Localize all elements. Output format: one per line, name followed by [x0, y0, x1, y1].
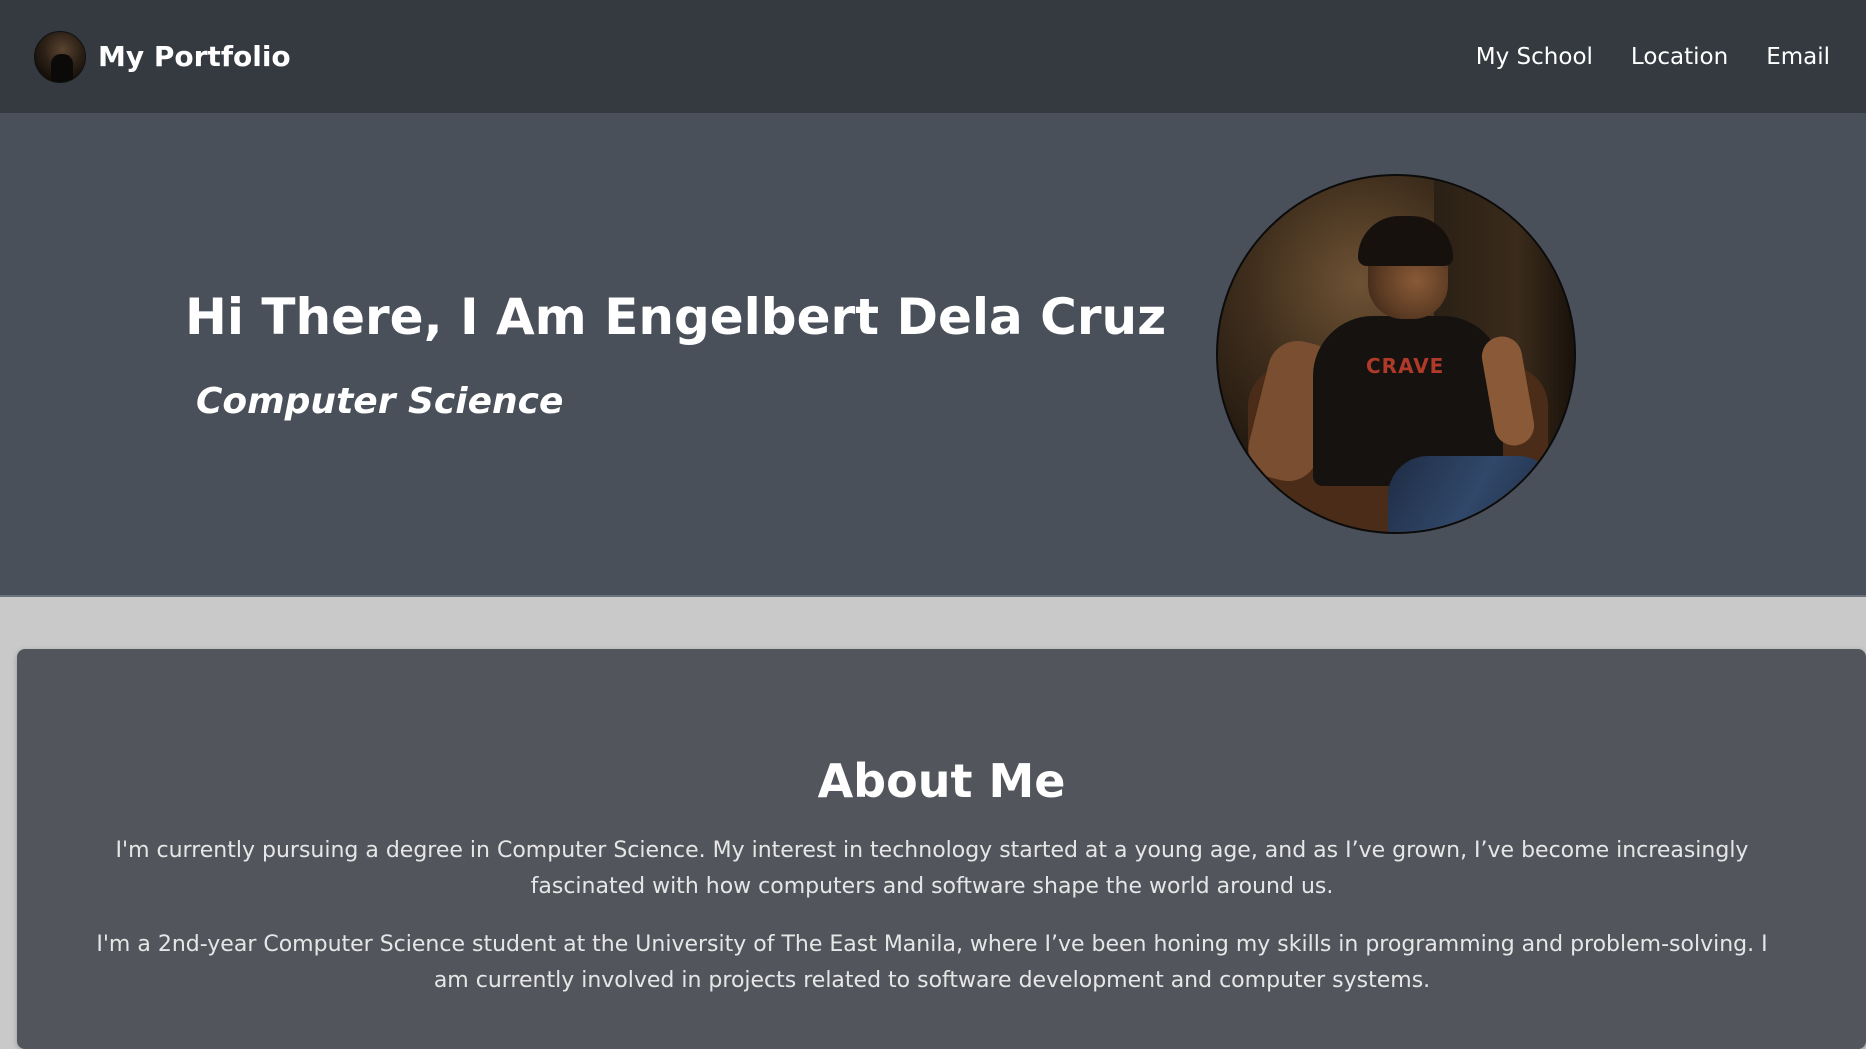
navbar: My Portfolio My School Location Email [0, 0, 1866, 113]
nav-link-my-school[interactable]: My School [1476, 44, 1593, 70]
nav-link-email[interactable]: Email [1766, 44, 1830, 70]
about-title: About Me [817, 754, 1066, 808]
about-paragraph-1: I'm currently pursuing a degree in Compu… [115, 838, 1749, 899]
brand-title: My Portfolio [98, 40, 291, 73]
profile-photo: CRAVE [1216, 174, 1576, 534]
hero-heading: Hi There, I Am Engelbert Dela Cruz [185, 288, 1167, 346]
brand-avatar [34, 30, 86, 83]
photo-shirt-text: CRAVE [1366, 354, 1445, 378]
hero-subheading: Computer Science [196, 381, 564, 422]
hero-section: Hi There, I Am Engelbert Dela Cruz Compu… [0, 113, 1866, 597]
about-card: About Me I'm currently pursuing a degree… [17, 649, 1866, 1049]
brand-link[interactable]: My Portfolio [34, 30, 291, 83]
photo-jeans [1388, 456, 1558, 532]
about-paragraph-2: I'm a 2nd-year Computer Science student … [96, 932, 1768, 993]
nav-links: My School Location Email [1476, 44, 1830, 70]
nav-link-location[interactable]: Location [1631, 44, 1728, 70]
